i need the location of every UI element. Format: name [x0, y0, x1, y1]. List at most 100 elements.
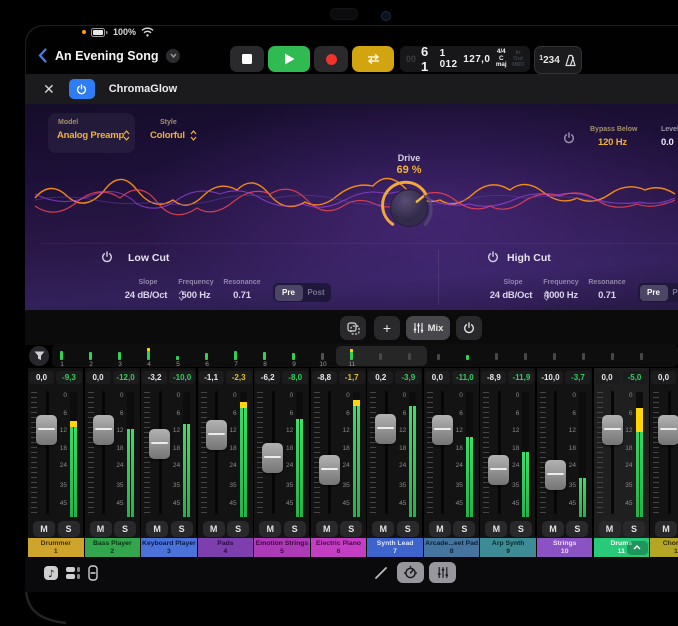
fader-handle[interactable] — [319, 455, 340, 485]
mute-button[interactable]: M — [33, 521, 55, 537]
bypass-below-value[interactable]: 120 Hz — [598, 137, 627, 148]
volume-value[interactable]: -8,9 — [481, 371, 506, 384]
song-menu-button[interactable] — [166, 49, 180, 63]
lowcut-power-icon[interactable] — [101, 251, 113, 263]
mute-button[interactable]: M — [316, 521, 338, 537]
volume-value[interactable]: 0,0 — [86, 371, 111, 384]
volume-value[interactable]: 0,0 — [425, 371, 450, 384]
pencil-icon[interactable] — [374, 566, 388, 580]
solo-button[interactable]: S — [397, 521, 419, 537]
volume-value[interactable]: -3,2 — [142, 371, 167, 384]
lowcut-resonance-value[interactable]: 0.71 — [212, 290, 272, 301]
fader-track — [328, 391, 331, 514]
solo-button[interactable]: S — [171, 521, 193, 537]
add-track-button[interactable]: + — [374, 316, 400, 340]
back-button[interactable] — [38, 48, 47, 63]
plugin-power-button[interactable] — [69, 79, 95, 99]
mixer-view-button[interactable] — [429, 562, 456, 583]
live-loops-icon[interactable] — [65, 565, 81, 581]
record-button[interactable] — [314, 46, 348, 72]
mute-button[interactable]: M — [599, 521, 621, 537]
post-option[interactable]: Post — [303, 288, 330, 297]
track-tab-3[interactable]: Keyboard Player3 — [141, 538, 197, 557]
track-tab-1[interactable]: Drummer1 — [28, 538, 84, 557]
track-tab-12[interactable]: Chorus V12 — [650, 538, 678, 557]
level-meter-right — [300, 419, 303, 517]
track-tab-9[interactable]: Arp Synth9 — [480, 538, 536, 557]
solo-button[interactable]: S — [114, 521, 136, 537]
mute-button[interactable]: M — [485, 521, 507, 537]
db-scale-label: 6 — [337, 410, 350, 417]
stop-button[interactable] — [230, 46, 264, 72]
pre-option[interactable]: Pre — [640, 285, 668, 301]
track-tab-6[interactable]: Electric Piano6 — [311, 538, 367, 557]
pre-option[interactable]: Pre — [275, 285, 303, 301]
volume-value[interactable]: 0,0 — [651, 371, 676, 384]
solo-button[interactable]: S — [453, 521, 475, 537]
volume-value[interactable]: -1,1 — [199, 371, 224, 384]
browser-icon[interactable]: ♪ — [43, 565, 59, 581]
solo-button[interactable]: S — [510, 521, 532, 537]
model-value[interactable]: Analog Preamp — [57, 130, 124, 141]
solo-button[interactable]: S — [284, 521, 306, 537]
mute-button[interactable]: M — [203, 521, 225, 537]
solo-button[interactable]: S — [340, 521, 362, 537]
volume-value[interactable]: 0,0 — [595, 371, 620, 384]
fader-panel-icon[interactable] — [87, 565, 99, 581]
volume-value[interactable]: 0,2 — [368, 371, 393, 384]
solo-button[interactable]: S — [227, 521, 249, 537]
collapse-chevron-button[interactable] — [627, 541, 648, 555]
bypass-power-icon[interactable] — [563, 132, 575, 144]
track-tab-2[interactable]: Bass Player2 — [85, 538, 141, 557]
fader-track — [554, 391, 557, 514]
db-scale-label: 24 — [167, 462, 180, 469]
volume-value[interactable]: -8,8 — [312, 371, 337, 384]
metronome-icon[interactable] — [564, 54, 577, 67]
countin-metronome-group[interactable]: 1234 — [534, 46, 582, 74]
mix-view-button[interactable]: Mix — [406, 316, 450, 340]
track-tab-4[interactable]: Pads4 — [198, 538, 254, 557]
solo-button[interactable]: S — [58, 521, 80, 537]
track-tab-7[interactable]: Synth Lead7 — [367, 538, 423, 557]
mute-button[interactable]: M — [429, 521, 451, 537]
mute-button[interactable]: M — [90, 521, 112, 537]
solo-button[interactable]: S — [566, 521, 588, 537]
fader-handle[interactable] — [658, 415, 678, 445]
db-scale-label: 18 — [111, 445, 124, 452]
mute-button[interactable]: M — [146, 521, 168, 537]
level-value[interactable]: 0.0 — [661, 137, 674, 148]
count-in-button[interactable]: 1234 — [539, 55, 560, 66]
drive-knob[interactable] — [379, 178, 439, 238]
volume-value[interactable]: -10,0 — [538, 371, 563, 384]
mixer-power-button[interactable] — [456, 316, 482, 340]
track-filter-button[interactable] — [29, 346, 49, 366]
track-tab-8[interactable]: Arcade...eet Pad8 — [424, 538, 480, 557]
track-tab-10[interactable]: Strings10 — [537, 538, 593, 557]
mute-button[interactable]: M — [259, 521, 281, 537]
lcd-dim-digits: 00 — [406, 54, 416, 64]
mute-button[interactable]: M — [655, 521, 677, 537]
lowcut-prepost-toggle[interactable]: Pre Post — [273, 283, 331, 302]
song-title[interactable]: An Evening Song — [55, 49, 158, 63]
track-number: 3 — [167, 548, 171, 556]
close-icon[interactable]: ✕ — [43, 82, 55, 96]
highcut-power-icon[interactable] — [487, 251, 499, 263]
copy-button[interactable] — [340, 316, 366, 340]
post-option[interactable]: Post — [668, 288, 678, 297]
volume-value[interactable]: 0,0 — [29, 371, 54, 384]
lcd-display[interactable]: 00 6 1 1 012 127,0 4/4 C maj In Out MIDI — [400, 46, 530, 72]
mute-button[interactable]: M — [542, 521, 564, 537]
db-scale-label: 6 — [167, 410, 180, 417]
cycle-button[interactable] — [352, 46, 394, 72]
volume-value[interactable]: -6,2 — [255, 371, 280, 384]
play-button[interactable] — [268, 46, 310, 72]
style-value[interactable]: Colorful — [150, 130, 185, 141]
overview-track-number: 6 — [199, 361, 215, 368]
mute-button[interactable]: M — [372, 521, 394, 537]
track-tab-5[interactable]: Emotion Strings5 — [254, 538, 310, 557]
overview-meter — [321, 353, 324, 360]
highcut-resonance-value[interactable]: 0.71 — [577, 290, 637, 301]
solo-button[interactable]: S — [623, 521, 645, 537]
controls-view-button[interactable] — [397, 562, 424, 583]
highcut-prepost-toggle[interactable]: Pre Post — [638, 283, 678, 302]
